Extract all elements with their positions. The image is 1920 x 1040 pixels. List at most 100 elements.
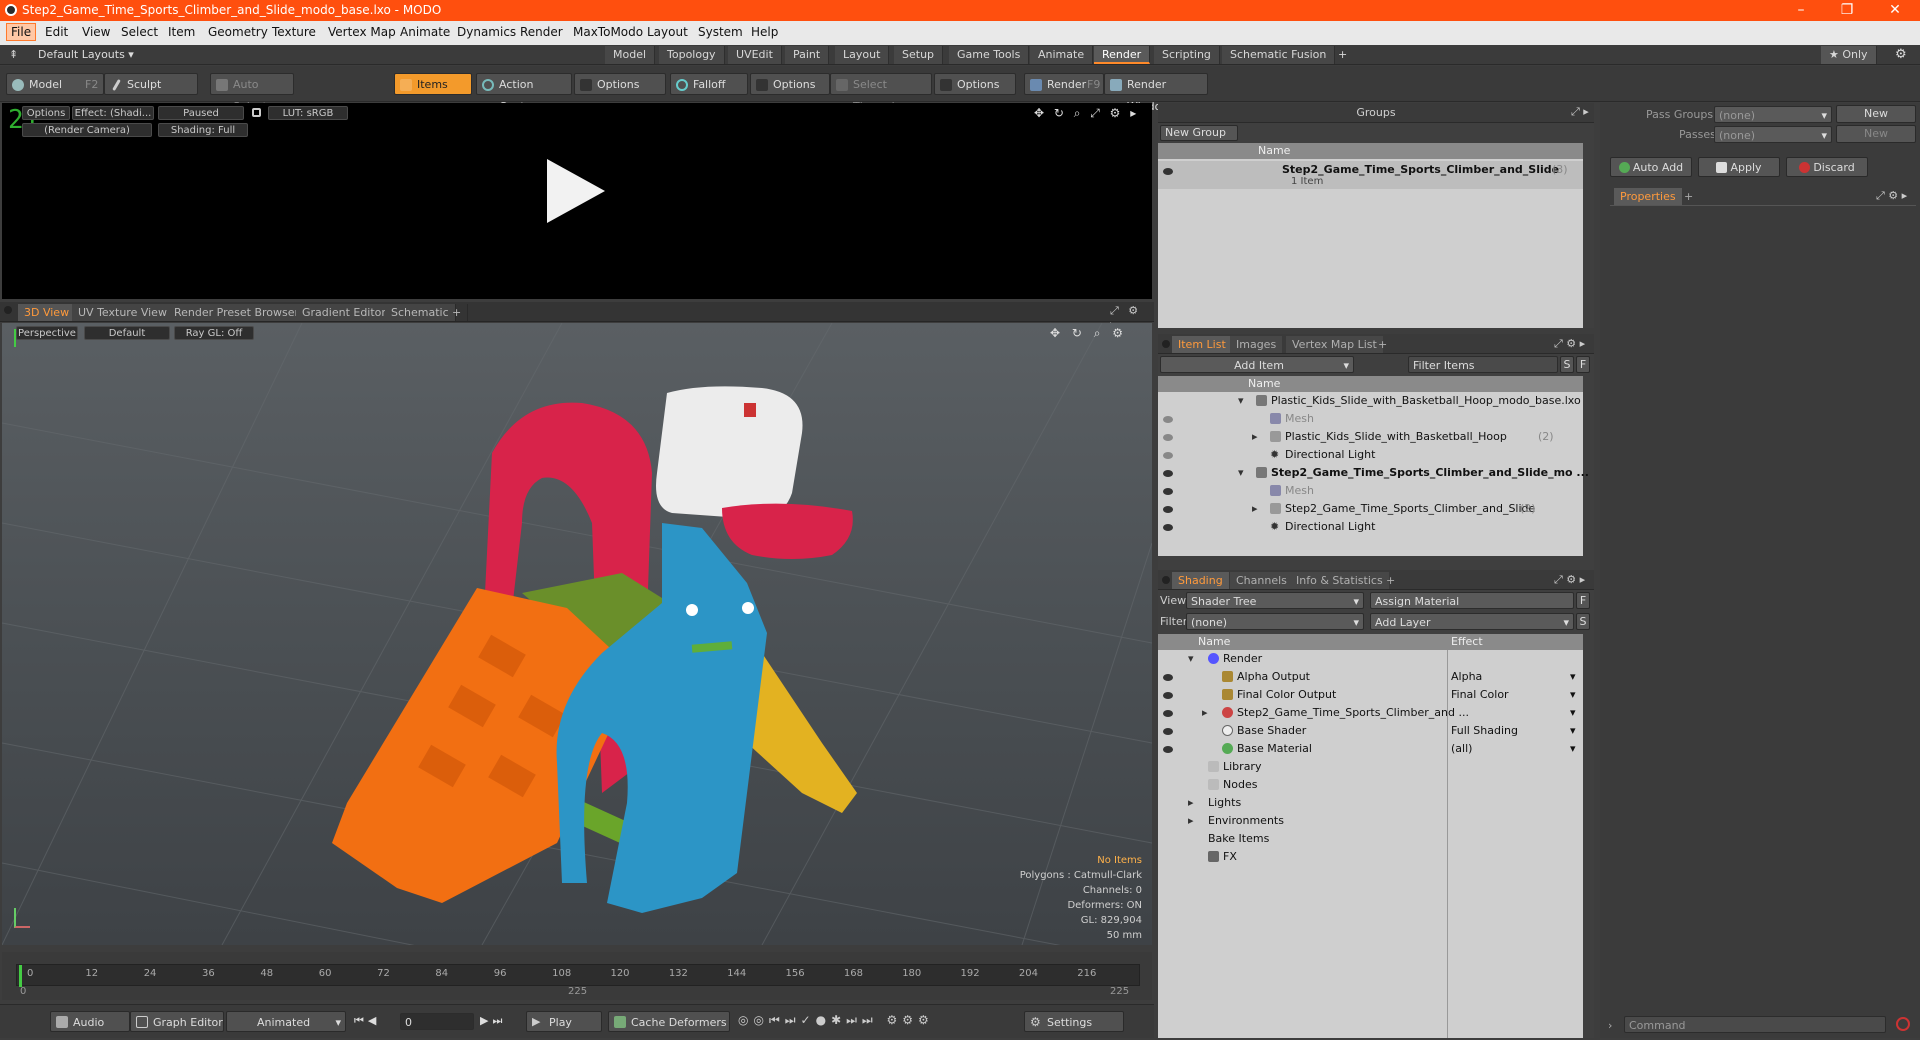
settings-button[interactable]: ⚙ Settings	[1024, 1011, 1124, 1032]
item-row[interactable]: ✹ Directional Light	[1158, 518, 1583, 536]
viewport-nav-icons[interactable]: ✥ ↻ ⌕ ⚙	[1050, 326, 1127, 341]
climber-slide-model[interactable]	[2, 323, 1152, 945]
3d-viewport[interactable]: Perspective Default Ray GL: Off ✥ ↻ ⌕ ⚙ …	[2, 323, 1152, 945]
add-layer-dropdown[interactable]: Add Layer	[1370, 613, 1574, 631]
play-button[interactable]: ▶ Play	[526, 1011, 602, 1032]
render-button[interactable]: Render F9	[1024, 73, 1104, 95]
item-row[interactable]: ▾ Step2_Game_Time_Sports_Climber_and_Slid…	[1158, 464, 1589, 482]
default-layouts-dropdown[interactable]: Default Layouts ▾	[38, 48, 134, 61]
tab-channels[interactable]: Channels	[1230, 572, 1293, 589]
shading-dropdown[interactable]: Shading: Full	[158, 123, 248, 137]
new-pass-button[interactable]: New	[1836, 125, 1916, 143]
gear-icon[interactable]: ⚙	[1895, 47, 1907, 62]
visibility-eye-icon[interactable]	[1163, 506, 1173, 513]
falloff-options-button[interactable]: Options	[750, 73, 830, 95]
command-expand-icon[interactable]: ›	[1608, 1019, 1612, 1032]
visibility-eye-icon[interactable]	[1163, 746, 1173, 753]
render-camera-dropdown[interactable]: (Render Camera)	[22, 123, 152, 137]
shader-row[interactable]: Bake Items	[1158, 830, 1583, 848]
items-mode-button[interactable]: Items	[394, 73, 472, 95]
visibility-eye-icon[interactable]	[1163, 470, 1173, 477]
menu-dynamics[interactable]: Dynamics	[457, 25, 516, 39]
tab-paint[interactable]: Paint	[785, 46, 830, 64]
shader-row[interactable]: Alpha Output Alpha ▾	[1158, 668, 1583, 686]
tab-render-preset-browser[interactable]: Render Preset Browser	[168, 304, 307, 321]
shading-f-button[interactable]: F	[1576, 592, 1590, 609]
tab-uv-texture-view[interactable]: UV Texture View	[72, 304, 174, 321]
visibility-eye-icon[interactable]	[1163, 728, 1173, 735]
menu-system[interactable]: System	[698, 25, 743, 39]
shader-tree[interactable]: Name Effect ▾ Render Alpha Output Alpha ▾ F…	[1158, 634, 1583, 1038]
tab-vertex-map-list[interactable]: Vertex Map List	[1286, 336, 1383, 353]
expand-icon[interactable]: ⤢ ▸	[1571, 105, 1589, 119]
filter-f-button[interactable]: F	[1576, 356, 1590, 373]
render-options-button[interactable]: Options	[22, 106, 70, 120]
visibility-eye-icon[interactable]	[1163, 168, 1173, 175]
group-row[interactable]: Step2_Game_Time_Sports_Climber_and_Slide…	[1158, 161, 1583, 189]
shading-s-button[interactable]: S	[1576, 613, 1590, 630]
panel-menu-icon[interactable]	[4, 306, 12, 314]
shading-filter-dropdown[interactable]: (none)	[1186, 613, 1364, 631]
perspective-dropdown[interactable]: Perspective	[16, 326, 78, 340]
render-preview[interactable]: 21 Options Effect: (Shadi... Paused LUT:…	[2, 103, 1152, 299]
timeline[interactable]: 0 12 24 36 48 60 72 84 96 108 120 132 144 156 168 180 19…	[2, 952, 1152, 1000]
select-through-options-button[interactable]: Options	[934, 73, 1016, 95]
graph-editor-button[interactable]: Graph Editor	[130, 1011, 224, 1032]
tab-shading[interactable]: Shading	[1172, 572, 1229, 589]
pass-groups-dropdown[interactable]: (none)	[1714, 106, 1832, 124]
filter-items-input[interactable]: Filter Items	[1408, 356, 1558, 373]
shader-row[interactable]: ▸ Environments	[1158, 812, 1583, 830]
menu-geometry[interactable]: Geometry	[208, 25, 268, 39]
tab-scripting[interactable]: Scripting	[1154, 46, 1220, 64]
item-row[interactable]: ▸ Step2_Game_Time_Sports_Climber_and_Slid…	[1158, 500, 1583, 518]
shader-tree-dropdown[interactable]: Shader Tree	[1186, 592, 1364, 610]
tab-info-statistics[interactable]: Info & Statistics	[1290, 572, 1389, 589]
paused-status[interactable]: Paused	[158, 106, 244, 120]
tab-3d-view[interactable]: 3D View	[18, 304, 77, 321]
visibility-eye-icon[interactable]	[1163, 434, 1173, 441]
shader-row[interactable]: Final Color Output Final Color ▾	[1158, 686, 1583, 704]
new-pass-group-button[interactable]: New	[1836, 105, 1916, 123]
render-window-button[interactable]: Render Window	[1104, 73, 1208, 113]
new-group-button[interactable]: New Group	[1160, 125, 1238, 141]
menu-select[interactable]: Select	[121, 25, 158, 39]
shader-row[interactable]: Library	[1158, 758, 1583, 776]
menu-vertex-map[interactable]: Vertex Map	[328, 25, 396, 39]
lut-dropdown[interactable]: LUT: sRGB	[268, 106, 348, 120]
auto-add-button[interactable]: Auto Add	[1610, 157, 1692, 177]
menu-edit[interactable]: Edit	[45, 25, 68, 39]
tab-topology[interactable]: Topology	[659, 46, 725, 64]
effect-dropdown[interactable]: Effect: (Shadi...	[72, 106, 154, 120]
tab-model[interactable]: Model	[605, 46, 656, 64]
menu-render[interactable]: Render	[520, 25, 563, 39]
menu-animate[interactable]: Animate	[400, 25, 450, 39]
auto-select-button[interactable]: Auto Select	[210, 73, 294, 113]
tab-game-tools[interactable]: Game Tools	[949, 46, 1030, 64]
action-center-button[interactable]: Action Center	[476, 73, 572, 113]
panel-menu-icon[interactable]	[1162, 340, 1170, 348]
menu-layout[interactable]: Layout	[647, 25, 688, 39]
panel-menu-icon[interactable]	[1162, 576, 1170, 584]
model-mode-button[interactable]: Model F2	[6, 73, 104, 95]
tab-schematic-fusion[interactable]: Schematic Fusion	[1222, 46, 1336, 64]
cache-deformers-button[interactable]: Cache Deformers	[608, 1011, 730, 1032]
audio-button[interactable]: Audio	[50, 1011, 130, 1032]
add-view-tab[interactable]: +	[446, 304, 469, 321]
tab-gradient-editor[interactable]: Gradient Editor	[296, 304, 393, 321]
falloff-button[interactable]: Falloff	[670, 73, 748, 95]
visibility-eye-icon[interactable]	[1163, 524, 1173, 531]
select-through-button[interactable]: Select Through	[830, 73, 932, 113]
discard-button[interactable]: Discard	[1786, 157, 1868, 177]
item-row[interactable]: Mesh	[1158, 482, 1583, 500]
timeline-ruler[interactable]: 0 12 24 36 48 60 72 84 96 108 120 132 144 156 168 180 19…	[16, 964, 1140, 987]
tab-setup[interactable]: Setup	[894, 46, 944, 64]
tab-images[interactable]: Images	[1230, 336, 1283, 353]
tab-item-list[interactable]: Item List	[1172, 336, 1232, 353]
menu-help[interactable]: Help	[751, 25, 778, 39]
action-center-options-button[interactable]: Options	[574, 73, 666, 95]
shader-row[interactable]: ▾ Render	[1158, 650, 1583, 668]
timeline-playhead[interactable]	[19, 965, 22, 987]
maximize-button[interactable]: ❐	[1824, 0, 1870, 21]
current-frame-field[interactable]: 0	[400, 1013, 474, 1030]
item-row[interactable]: ▸ Plastic_Kids_Slide_with_Basketball_Hoop…	[1158, 428, 1583, 446]
